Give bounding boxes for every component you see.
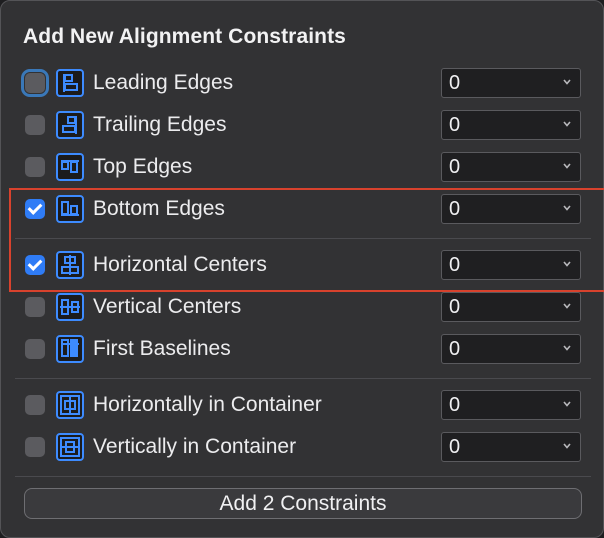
vertically-in-container-icon <box>56 433 84 461</box>
constraint-row-horizontal-centers: Horizontal Centers 0 <box>1 247 604 283</box>
vertically-in-container-constant-combo[interactable]: 0 <box>441 432 581 462</box>
vertical-centers-checkbox[interactable] <box>25 297 45 317</box>
constraint-row-vertically-in-container: Vertically in Container 0 <box>1 429 604 465</box>
chevron-down-icon[interactable] <box>563 260 571 268</box>
corner-glyph <box>593 3 601 11</box>
top-edges-icon <box>56 153 84 181</box>
constraint-label: Horizontally in Container <box>93 393 322 416</box>
top-edges-constant-combo[interactable]: 0 <box>441 152 581 182</box>
vertical-centers-icon <box>56 293 84 321</box>
constraint-label: Vertically in Container <box>93 435 297 458</box>
constant-value: 0 <box>449 394 461 416</box>
trailing-edges-constant-combo[interactable]: 0 <box>441 110 581 140</box>
leading-edges-checkbox[interactable] <box>21 69 49 97</box>
constant-value: 0 <box>449 338 461 360</box>
leading-edges-constant-combo[interactable]: 0 <box>441 68 581 98</box>
bottom-edges-constant-combo[interactable]: 0 <box>441 194 581 224</box>
vertical-centers-constant-combo[interactable]: 0 <box>441 292 581 322</box>
alignment-constraints-popover: Add New Alignment Constraints Leading Ed… <box>0 0 604 538</box>
constraint-row-bottom-edges: Bottom Edges 0 <box>1 191 604 227</box>
constraint-row-top-edges: Top Edges 0 <box>1 149 604 185</box>
horizontally-in-container-checkbox[interactable] <box>25 395 45 415</box>
chevron-down-icon[interactable] <box>563 78 571 86</box>
add-constraints-button[interactable]: Add 2 Constraints <box>24 488 582 519</box>
constraint-label: Trailing Edges <box>93 113 227 136</box>
constraint-row-horizontally-in-container: Horizontally in Container 0 <box>1 387 604 423</box>
chevron-down-icon[interactable] <box>563 120 571 128</box>
horizontal-centers-checkbox[interactable] <box>25 255 45 275</box>
top-edges-checkbox[interactable] <box>25 157 45 177</box>
constraint-row-leading-edges: Leading Edges 0 <box>1 65 604 101</box>
constraint-label: Horizontal Centers <box>93 253 267 276</box>
constant-value: 0 <box>449 114 461 136</box>
constant-value: 0 <box>449 296 461 318</box>
constraint-label: Top Edges <box>93 155 193 178</box>
constant-value: 0 <box>449 156 461 178</box>
horizontally-in-container-constant-combo[interactable]: 0 <box>441 390 581 420</box>
first-baselines-icon <box>56 335 84 363</box>
chevron-down-icon[interactable] <box>563 204 571 212</box>
horizontal-centers-icon <box>56 251 84 279</box>
chevron-down-icon[interactable] <box>563 442 571 450</box>
leading-edges-icon <box>56 69 84 97</box>
first-baselines-constant-combo[interactable]: 0 <box>441 334 581 364</box>
chevron-down-icon[interactable] <box>563 302 571 310</box>
chevron-down-icon[interactable] <box>563 162 571 170</box>
constraint-label: First Baselines <box>93 337 231 360</box>
constant-value: 0 <box>449 72 461 94</box>
constant-value: 0 <box>449 254 461 276</box>
bottom-edges-checkbox[interactable] <box>25 199 45 219</box>
horizontally-in-container-icon <box>56 391 84 419</box>
trailing-edges-icon <box>56 111 84 139</box>
vertically-in-container-checkbox[interactable] <box>25 437 45 457</box>
constant-value: 0 <box>449 198 461 220</box>
bottom-edges-icon <box>56 195 84 223</box>
constraint-label: Leading Edges <box>93 71 234 94</box>
chevron-down-icon[interactable] <box>563 400 571 408</box>
constraint-label: Vertical Centers <box>93 295 242 318</box>
row-divider <box>15 238 591 239</box>
constraint-row-vertical-centers: Vertical Centers 0 <box>1 289 604 325</box>
first-baselines-checkbox[interactable] <box>25 339 45 359</box>
constraint-label: Bottom Edges <box>93 197 225 220</box>
trailing-edges-checkbox[interactable] <box>25 115 45 135</box>
constraint-row-first-baselines: First Baselines 0 <box>1 331 604 367</box>
footer-divider <box>15 476 591 477</box>
chevron-down-icon[interactable] <box>563 344 571 352</box>
horizontal-centers-constant-combo[interactable]: 0 <box>441 250 581 280</box>
constant-value: 0 <box>449 436 461 458</box>
section-divider <box>15 378 591 379</box>
popover-title: Add New Alignment Constraints <box>23 25 346 48</box>
constraint-row-trailing-edges: Trailing Edges 0 <box>1 107 604 143</box>
